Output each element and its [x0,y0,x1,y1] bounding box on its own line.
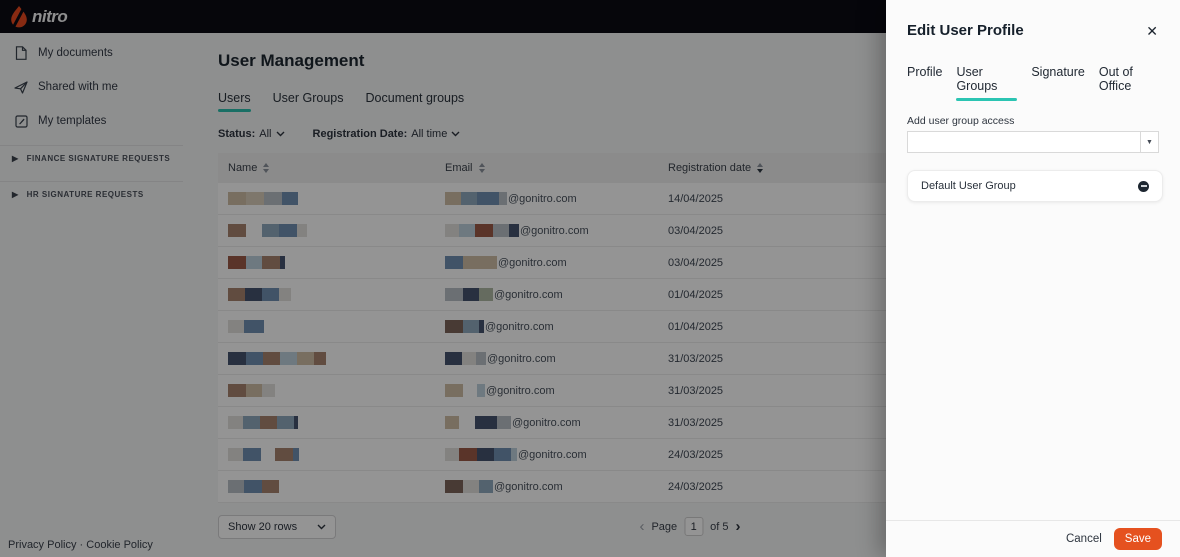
cancel-button[interactable]: Cancel [1066,533,1102,545]
panel-footer: Cancel Save [886,520,1180,557]
remove-minus-icon[interactable] [1138,181,1149,192]
combobox-dropdown-icon[interactable]: ▼ [1140,132,1158,152]
edit-user-profile-panel: Edit User Profile ✕ Profile User Groups … [886,0,1180,557]
panel-tab-profile[interactable]: Profile [907,65,942,101]
panel-tabs: Profile User Groups Signature Out of Off… [886,65,1180,101]
panel-tab-out-of-office[interactable]: Out of Office [1099,65,1159,101]
save-button[interactable]: Save [1114,528,1162,550]
user-group-combobox: ▼ [907,131,1159,153]
user-group-input[interactable] [908,132,1140,152]
panel-header: Edit User Profile ✕ [886,0,1180,39]
modal-dim-overlay[interactable] [0,0,886,557]
panel-tab-signature[interactable]: Signature [1031,65,1085,101]
close-icon[interactable]: ✕ [1146,24,1158,38]
user-group-card: Default User Group [907,170,1163,202]
panel-title: Edit User Profile [907,22,1024,39]
add-user-group-access-label: Add user group access [886,115,1180,127]
user-group-name: Default User Group [921,180,1016,192]
panel-tab-user-groups[interactable]: User Groups [956,65,1017,101]
screen: nitro My documents Shared with me My tem… [0,0,1180,557]
